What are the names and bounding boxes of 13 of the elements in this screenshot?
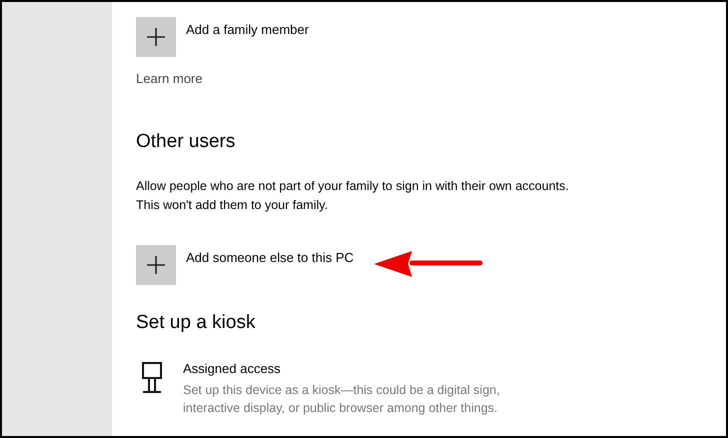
section-heading: Set up a kiosk [136,310,256,334]
add-someone-label[interactable]: Add someone else to this PC [186,248,354,267]
option-title[interactable]: Assigned access [183,359,553,378]
option-description: Set up this device as a kiosk—this could be a digital sign, interactive display, or public browser among other things. [183,382,501,416]
add-button[interactable] [136,17,176,57]
plus-icon [147,256,165,274]
add-family-label[interactable]: Add a family member [186,20,309,40]
section-heading: Other users [136,130,236,154]
section-description: Allow people who are not part of your family to sign in with their own accounts. This won't add them to your family. [136,178,570,214]
learn-more-link[interactable]: Learn more [136,69,202,88]
add-button[interactable] [136,244,176,284]
plus-icon [147,28,165,46]
monitor-icon [141,362,163,393]
